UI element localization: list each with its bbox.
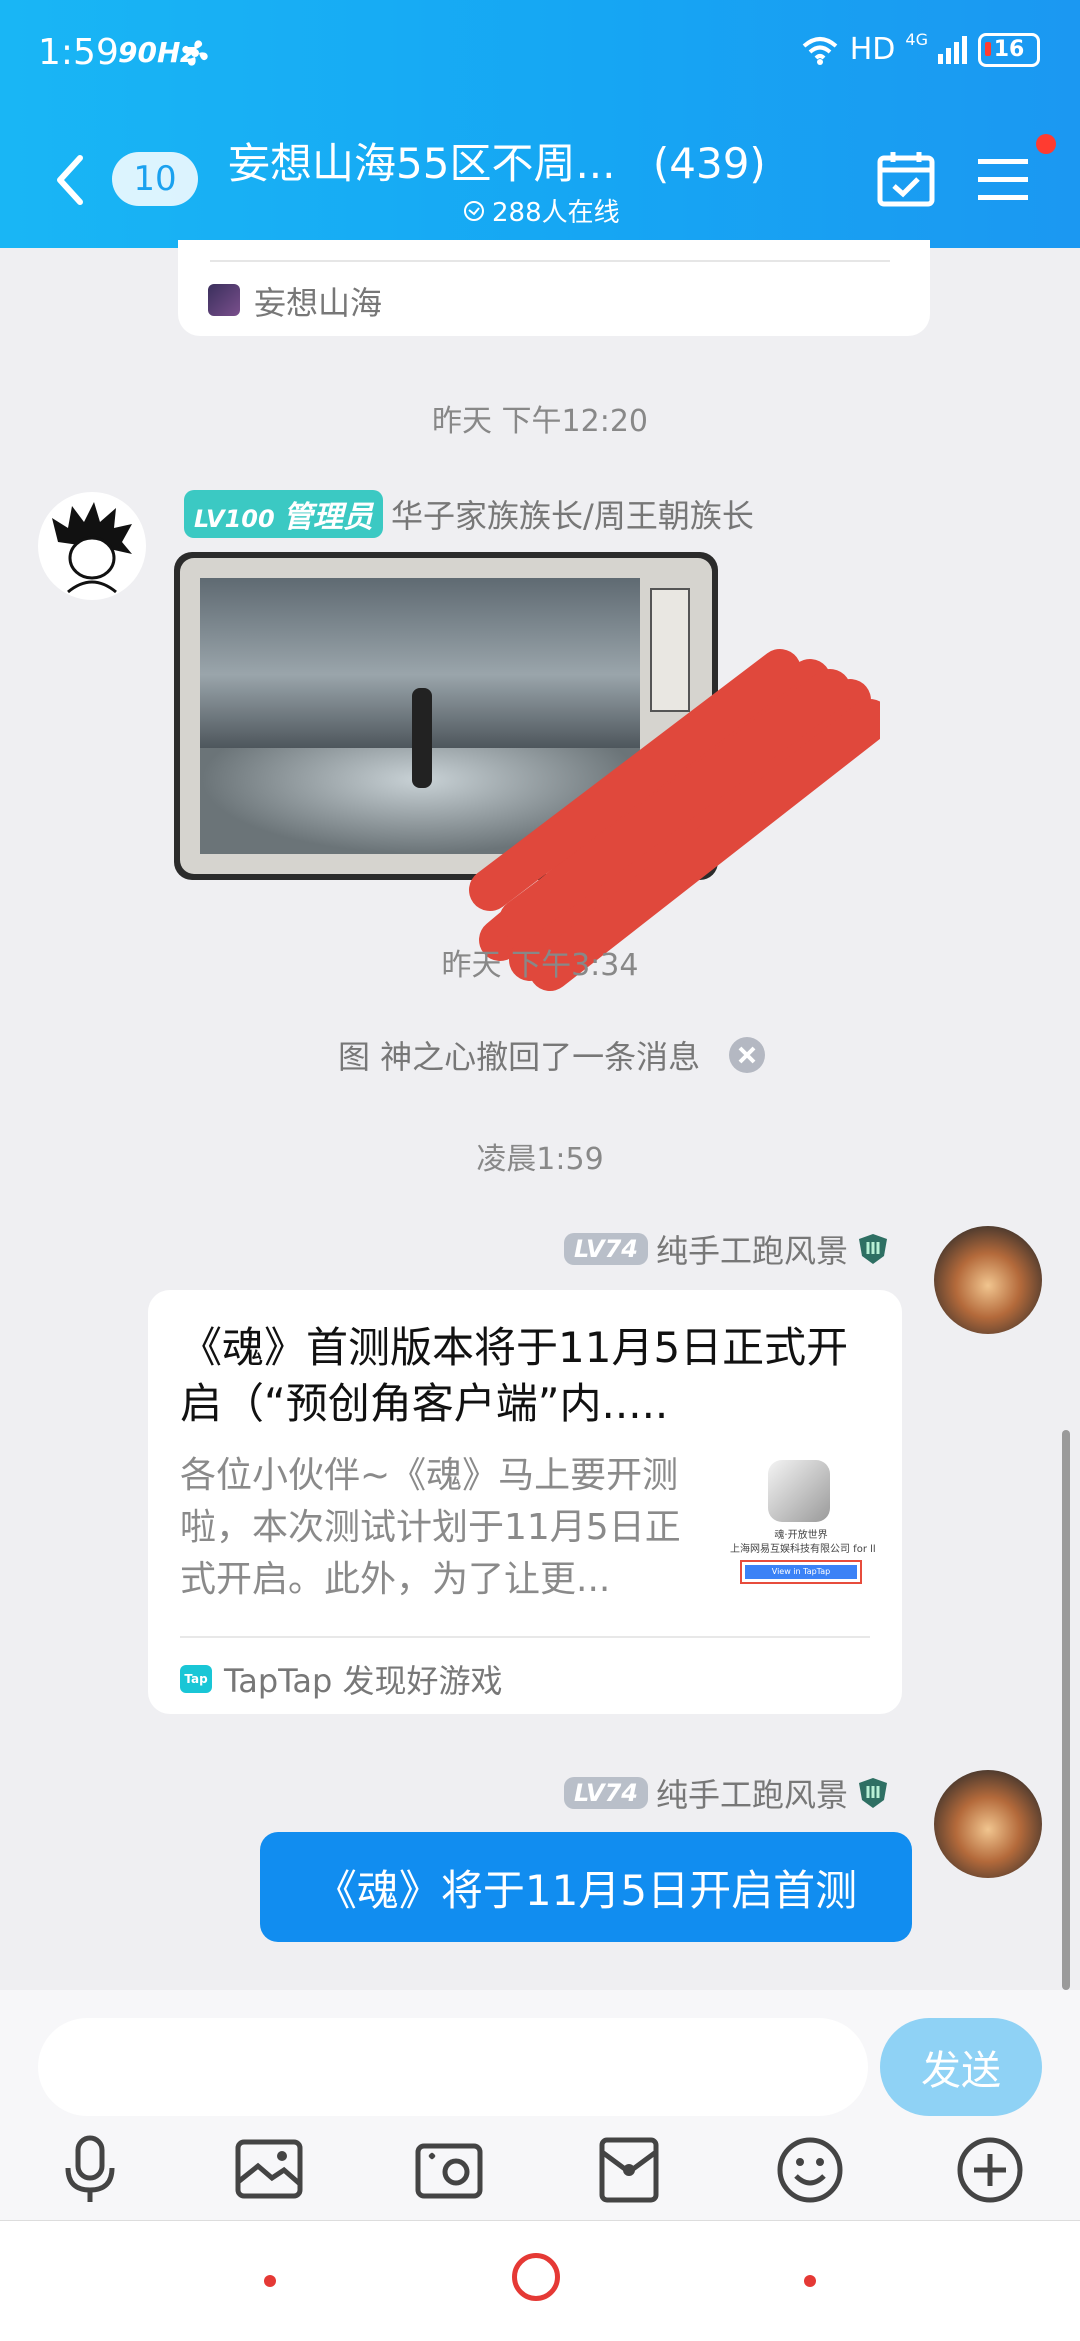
card-source: TapTap 发现好游戏 (224, 1662, 503, 1700)
group-name: 妄想山海55区不周... (228, 139, 616, 188)
image-icon[interactable] (232, 2132, 308, 2208)
online-count: 288人在线 (462, 192, 620, 229)
sender-name[interactable]: 华子家族族长/周王朝族长 (391, 491, 754, 537)
avatar[interactable] (934, 1226, 1042, 1334)
shield-badge-icon (859, 1234, 887, 1264)
battery-level: 16 (993, 37, 1025, 62)
status-bar: 1:59 90Hz HD 4G 16 (0, 0, 1080, 110)
notification-dot (1036, 134, 1056, 154)
game-app-icon (208, 284, 240, 316)
card-source: 妄想山海 (254, 284, 383, 322)
microphone-icon[interactable] (52, 2132, 128, 2208)
fan-icon (182, 40, 208, 66)
plus-icon[interactable] (952, 2132, 1028, 2208)
status-indicators: HD 4G 16 (800, 30, 1040, 67)
camera-icon[interactable] (412, 2132, 488, 2208)
thumb-company: 上海网易互娱科技有限公司 for ll (730, 1544, 876, 1555)
signal-type: 4G (905, 30, 928, 49)
level-badge: LV74 (564, 1777, 648, 1809)
sender-name[interactable]: 纯手工跑风景 (656, 1770, 848, 1816)
card-title: 《魂》首测版本将于11月5日正式开启（“预创角客户端”内..... (180, 1323, 849, 1428)
card-thumbnail: 魂·开放世界 上海网易互娱科技有限公司 for ll View in TapTa… (730, 1456, 876, 1592)
menu-icon[interactable] (976, 155, 1032, 203)
status-time: 1:59 (38, 32, 119, 73)
sender-name[interactable]: 纯手工跑风景 (656, 1226, 848, 1272)
system-nav-bar (0, 2220, 1080, 2341)
nav-recents-button[interactable] (264, 2275, 276, 2287)
level-badge: LV74 (564, 1233, 648, 1265)
calendar-checkin-icon[interactable] (876, 150, 936, 208)
input-area: 发送 (0, 1990, 1080, 2220)
previous-shared-card[interactable]: 妄想山海 (178, 240, 930, 336)
card-description: 各位小伙伴~《魂》马上要开测啦，本次测试计划于11月5日正式开启。此外，为了让更… (180, 1455, 681, 1600)
unread-count-badge[interactable]: 10 (112, 152, 198, 206)
scrollbar[interactable] (1062, 1430, 1070, 1990)
shield-badge-icon (859, 1778, 887, 1808)
network-type: HD (849, 32, 896, 67)
nav-back-button[interactable] (804, 2275, 816, 2287)
timestamp: 凌晨1:59 (476, 1142, 604, 1177)
avatar[interactable] (934, 1770, 1042, 1878)
emoji-icon[interactable] (772, 2132, 848, 2208)
level-badge: LV100 管理员 (184, 490, 384, 538)
thumb-button-frame: View in TapTap (740, 1560, 862, 1584)
thumb-button: View in TapTap (745, 1565, 857, 1579)
divider (180, 1636, 870, 1638)
sender-line: LV74 纯手工跑风景 (564, 1770, 890, 1816)
avatar[interactable] (38, 492, 146, 600)
taptap-icon: Tap (180, 1665, 212, 1693)
nav-home-button[interactable] (512, 2253, 560, 2301)
group-title[interactable]: 妄想山海55区不周... (439) (228, 130, 766, 191)
thumb-title: 魂·开放世界 (774, 1530, 828, 1541)
character (412, 688, 432, 788)
app-icon (768, 1460, 830, 1522)
member-count: (439) (652, 139, 766, 188)
sender-line: LV100 管理员 华子家族族长/周王朝族长 (184, 490, 754, 538)
sender-line: LV74 纯手工跑风景 (564, 1226, 890, 1272)
red-packet-icon[interactable] (592, 2132, 668, 2208)
timestamp: 昨天 下午3:34 (441, 948, 639, 983)
timestamp: 昨天 下午12:20 (432, 404, 648, 439)
message-bubble[interactable]: 《魂》将于11月5日开启首测 (260, 1832, 912, 1942)
card-source-row: Tap TapTap 发现好游戏 (180, 1656, 503, 1702)
close-icon[interactable] (728, 1036, 766, 1074)
message-input[interactable] (38, 2018, 868, 2116)
divider (210, 260, 890, 262)
recall-notice: 图 神之心撤回了一条消息 (338, 1032, 766, 1078)
signal-icon (938, 35, 967, 64)
wifi-icon (802, 36, 838, 65)
back-button[interactable] (50, 150, 90, 210)
check-circle-icon (464, 200, 484, 221)
avatar-image (52, 502, 132, 594)
send-button[interactable]: 发送 (880, 2018, 1042, 2116)
chat-header: 1:59 90Hz HD 4G 16 10 妄想山海55区不周... (439)… (0, 0, 1080, 248)
battery-icon: 16 (978, 32, 1040, 67)
